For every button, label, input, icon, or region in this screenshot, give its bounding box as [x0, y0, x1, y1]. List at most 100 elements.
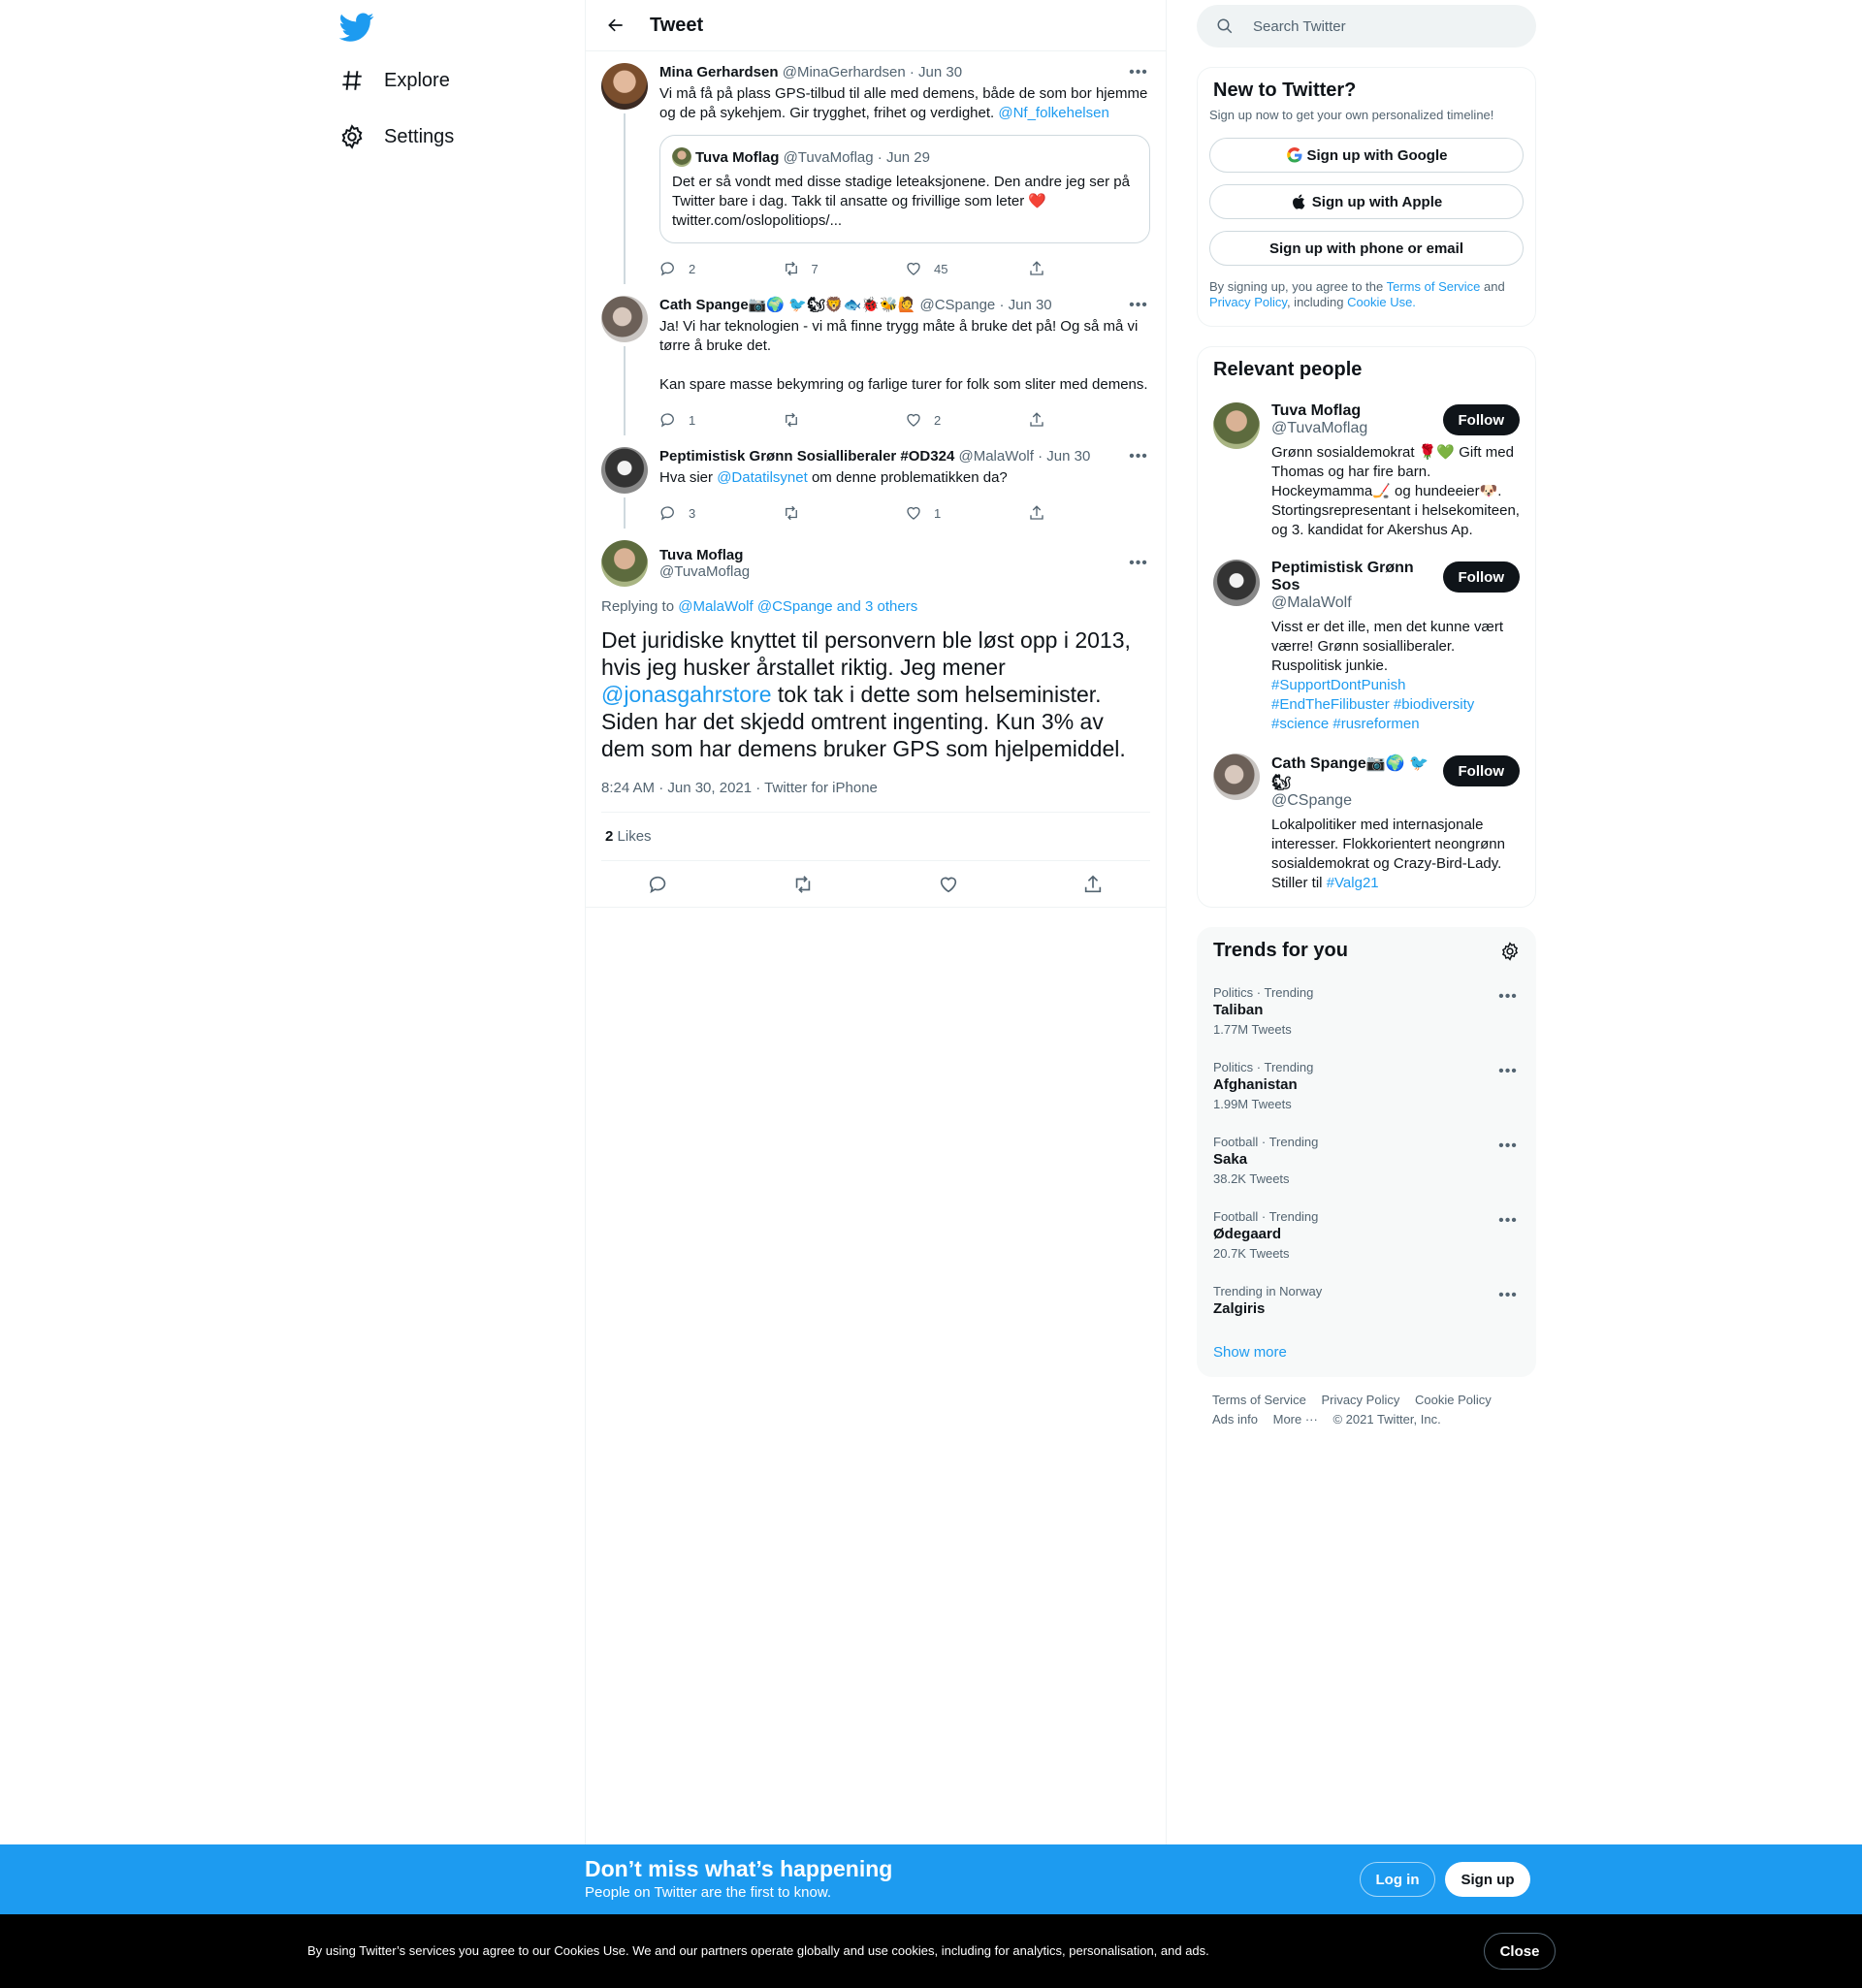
footer-more[interactable]: More ··· [1273, 1412, 1318, 1427]
cookie-link[interactable]: Cookie Use. [1347, 295, 1416, 309]
avatar[interactable] [601, 63, 648, 110]
more-icon[interactable]: ••• [1496, 1062, 1520, 1081]
share-button[interactable] [1028, 504, 1151, 522]
trend-item[interactable]: Football · Trending Saka 38.2K Tweets ••… [1198, 1123, 1535, 1198]
author-handle[interactable]: @CSpange [919, 296, 995, 315]
nav-explore[interactable]: Explore [339, 68, 450, 93]
reply-button[interactable]: 3 [659, 504, 783, 522]
avatar[interactable] [1213, 560, 1260, 606]
like-button[interactable]: 45 [905, 260, 1028, 277]
avatar[interactable] [1213, 754, 1260, 800]
footer-terms[interactable]: Terms of Service [1212, 1393, 1306, 1407]
share-button[interactable] [1028, 260, 1151, 277]
more-icon[interactable]: ••• [1496, 987, 1520, 1007]
trend-item[interactable]: Politics · Trending Afghanistan 1.99M Tw… [1198, 1048, 1535, 1123]
person-handle[interactable]: @MalaWolf [1271, 594, 1443, 612]
signup-phone-button[interactable]: Sign up with phone or email [1209, 231, 1524, 266]
mention-link[interactable]: @Nf_folkehelsen [998, 105, 1108, 121]
author-handle[interactable]: @MinaGerhardsen [783, 63, 906, 82]
login-button[interactable]: Log in [1360, 1862, 1435, 1897]
more-icon[interactable]: ••• [1127, 63, 1150, 82]
terms-link[interactable]: Terms of Service [1387, 279, 1481, 294]
quoted-tweet[interactable]: Tuva Moflag @TuvaMoflag · Jun 29 Det er … [659, 135, 1150, 243]
footer-ads[interactable]: Ads info [1212, 1412, 1258, 1427]
reply-button[interactable]: 2 [659, 260, 783, 277]
tweet-date[interactable]: · Jun 30 [1038, 447, 1090, 466]
follow-button[interactable]: Follow [1442, 755, 1520, 786]
quote-date: · Jun 29 [877, 148, 930, 166]
retweet-button[interactable]: 7 [783, 260, 906, 277]
trend-item[interactable]: Football · Trending Ødegaard 20.7K Tweet… [1198, 1198, 1535, 1272]
author-handle[interactable]: @MalaWolf [958, 447, 1033, 466]
person-name[interactable]: Cath Spange📷🌍 🐦🐿 [1271, 754, 1443, 792]
mention-link[interactable]: @Datatilsynet [717, 469, 808, 486]
search-input[interactable] [1253, 17, 1505, 35]
thread-tweet[interactable]: Mina Gerhardsen @MinaGerhardsen · Jun 30… [586, 51, 1166, 284]
author-name[interactable]: Cath Spange📷🌍 🐦🐿🦁🐟🐞🐝🙋 [659, 296, 915, 315]
retweet-button[interactable] [783, 504, 906, 522]
trend-item[interactable]: Politics · Trending Taliban 1.77M Tweets… [1198, 974, 1535, 1048]
signup-google-button[interactable]: Sign up with Google [1209, 138, 1524, 173]
hashtag-links[interactable]: #Valg21 [1327, 875, 1379, 891]
person-card[interactable]: Cath Spange📷🌍 🐦🐿 @CSpange Follow Lokalpo… [1198, 744, 1535, 907]
reply-icon[interactable] [648, 874, 669, 895]
person-card[interactable]: Tuva Moflag @TuvaMoflag Follow Grønn sos… [1198, 393, 1535, 550]
reply-button[interactable]: 1 [659, 411, 783, 429]
avatar[interactable] [601, 540, 648, 587]
more-icon[interactable]: ••• [1496, 1137, 1520, 1156]
follow-button[interactable]: Follow [1442, 561, 1520, 593]
author-name[interactable]: Tuva Moflag [659, 547, 750, 563]
person-bio: Lokalpolitiker med internasjonale intere… [1271, 817, 1505, 891]
mention-link[interactable]: @jonasgahrstore [601, 682, 772, 707]
more-icon[interactable]: ••• [1127, 554, 1150, 573]
more-icon[interactable]: ••• [1127, 447, 1150, 466]
share-icon[interactable] [1082, 874, 1104, 895]
trend-count: 1.99M Tweets [1213, 1097, 1292, 1111]
follow-button[interactable]: Follow [1442, 404, 1520, 435]
footer-privacy[interactable]: Privacy Policy [1321, 1393, 1399, 1407]
person-handle[interactable]: @CSpange [1271, 792, 1443, 810]
more-icon[interactable]: ••• [1127, 296, 1150, 315]
heart-icon[interactable] [938, 874, 959, 895]
share-button[interactable] [1028, 411, 1151, 429]
search-box[interactable] [1197, 5, 1536, 48]
author-handle[interactable]: @TuvaMoflag [659, 563, 750, 580]
avatar[interactable] [601, 296, 648, 342]
replying-to-link[interactable]: @MalaWolf @CSpange and 3 others [678, 598, 917, 615]
more-icon[interactable]: ••• [1496, 1286, 1520, 1305]
tweet-timestamp[interactable]: 8:24 AM · Jun 30, 2021 · Twitter for iPh… [601, 780, 1150, 813]
like-button[interactable]: 1 [905, 504, 1028, 522]
footer-cookie[interactable]: Cookie Policy [1415, 1393, 1492, 1407]
nav-settings[interactable]: Settings [339, 124, 454, 149]
hashtag-links[interactable]: #SupportDontPunish #EndTheFilibuster #bi… [1271, 677, 1474, 732]
signup-apple-label: Sign up with Apple [1311, 193, 1443, 210]
thread-connector [624, 497, 626, 529]
trend-item[interactable]: Trending in Norway Zalgiris ••• [1198, 1272, 1535, 1329]
tweet-date[interactable]: · Jun 30 [999, 296, 1051, 315]
like-button[interactable]: 2 [905, 411, 1028, 429]
show-more-link[interactable]: Show more [1198, 1329, 1535, 1376]
back-button[interactable] [599, 9, 632, 42]
more-icon[interactable]: ••• [1496, 1211, 1520, 1231]
person-card[interactable]: Peptimistisk Grønn Sos @MalaWolf Follow … [1198, 550, 1535, 744]
signup-button[interactable]: Sign up [1445, 1862, 1530, 1897]
retweet-icon[interactable] [792, 874, 814, 895]
privacy-link[interactable]: Privacy Policy [1209, 295, 1287, 309]
person-name[interactable]: Tuva Moflag [1271, 402, 1443, 420]
likes-summary[interactable]: 2 Likes [601, 813, 1150, 861]
trend-count: 38.2K Tweets [1213, 1171, 1290, 1186]
thread-tweet[interactable]: Cath Spange📷🌍 🐦🐿🦁🐟🐞🐝🙋 @CSpange · Jun 30 … [586, 284, 1166, 435]
author-name[interactable]: Mina Gerhardsen [659, 63, 779, 82]
tweet-date[interactable]: · Jun 30 [910, 63, 962, 82]
author-name[interactable]: Peptimistisk Grønn Sosialliberaler #OD32… [659, 447, 954, 466]
avatar[interactable] [1213, 402, 1260, 449]
retweet-button[interactable] [783, 411, 906, 429]
person-name[interactable]: Peptimistisk Grønn Sos [1271, 560, 1443, 594]
person-handle[interactable]: @TuvaMoflag [1271, 420, 1443, 437]
thread-tweet[interactable]: Peptimistisk Grønn Sosialliberaler #OD32… [586, 435, 1166, 529]
close-button[interactable]: Close [1484, 1933, 1556, 1970]
twitter-bird-icon[interactable] [338, 10, 374, 45]
gear-icon[interactable] [1500, 941, 1520, 961]
avatar[interactable] [601, 447, 648, 494]
signup-apple-button[interactable]: Sign up with Apple [1209, 184, 1524, 219]
